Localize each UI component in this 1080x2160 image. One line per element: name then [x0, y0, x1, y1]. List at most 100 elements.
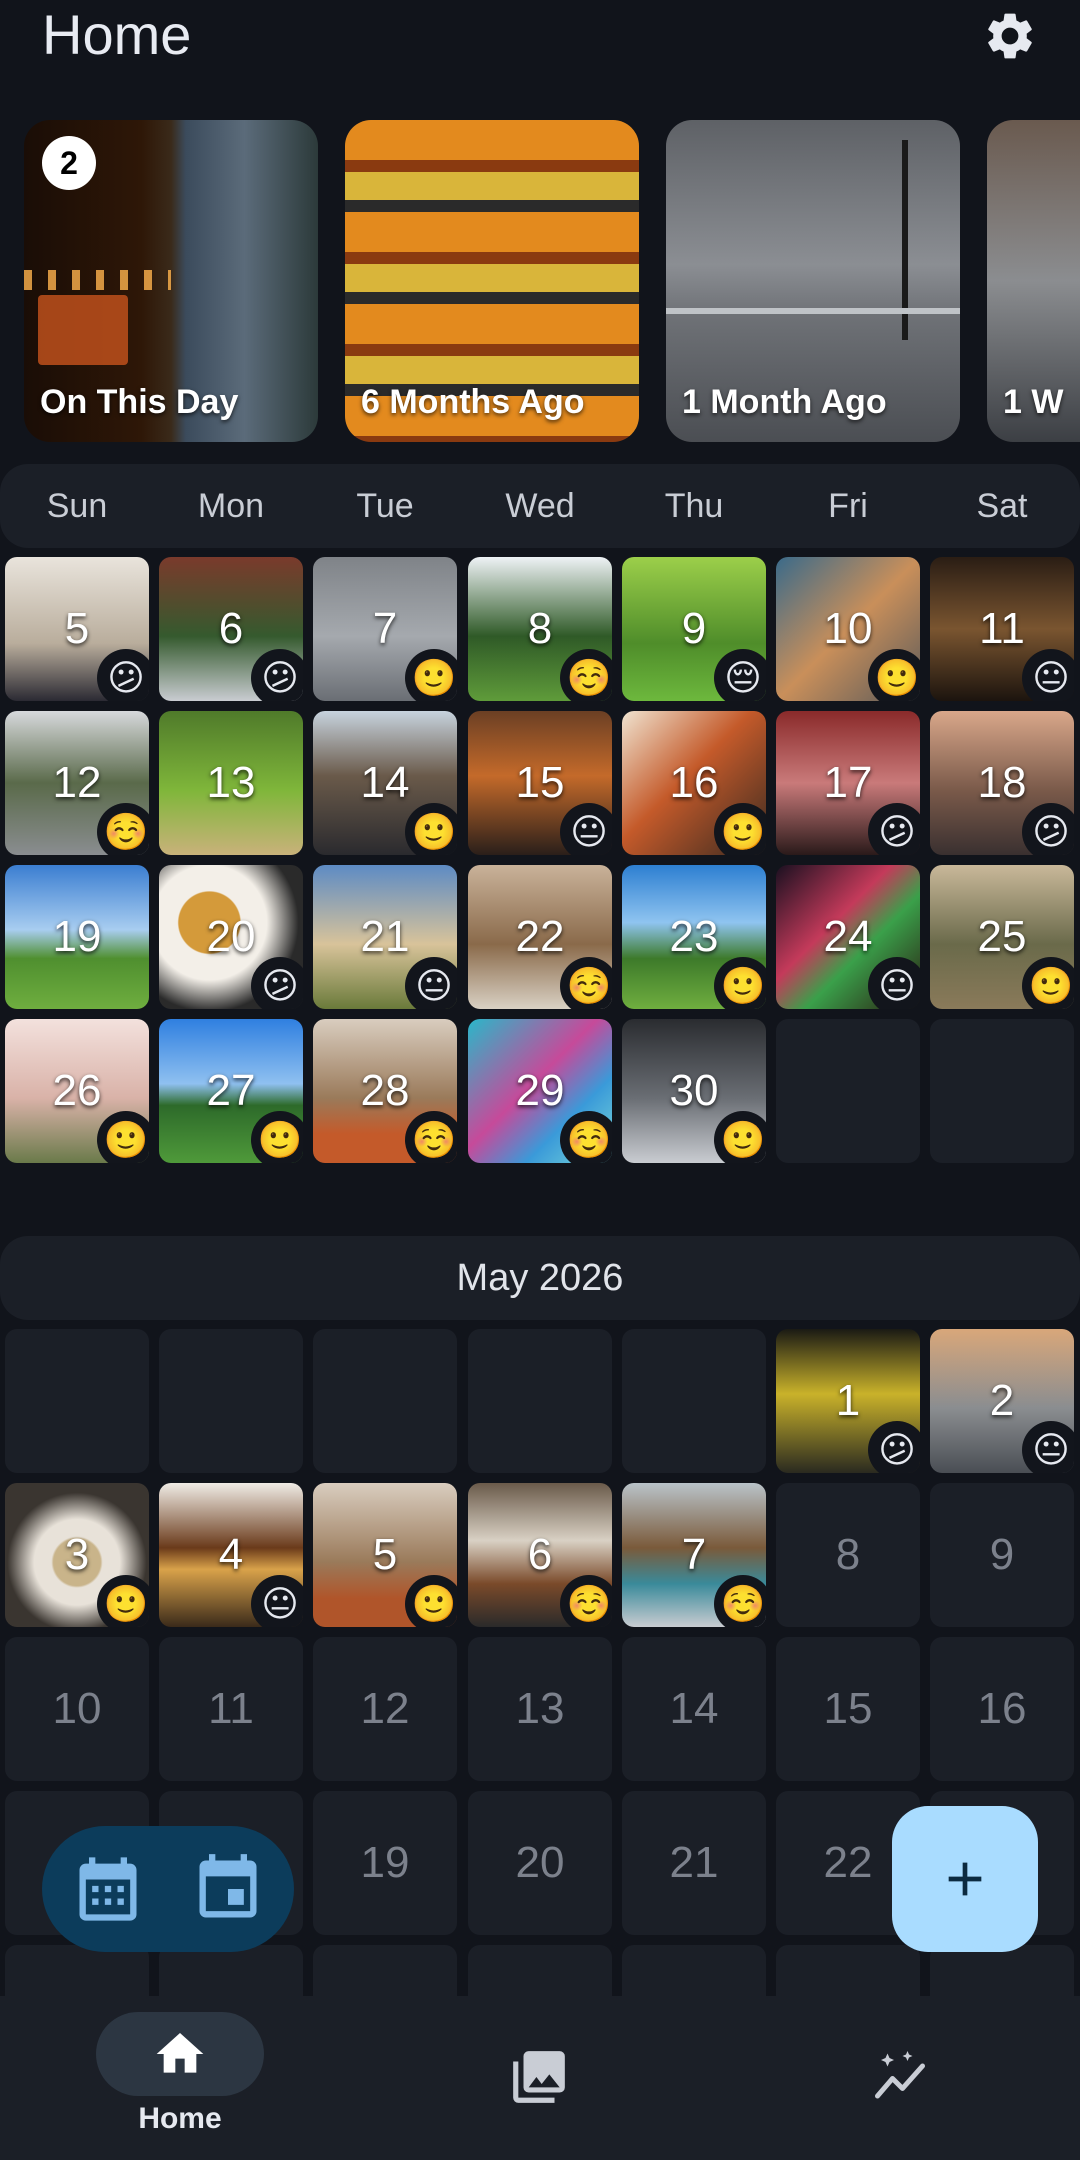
day-cell[interactable]: 28 ☺️ [313, 1019, 457, 1163]
day-cell[interactable] [159, 1945, 303, 2000]
nav-home[interactable]: Home [0, 1996, 360, 2160]
day-cell[interactable]: 12 [313, 1637, 457, 1781]
day-cell[interactable]: 7 🙂 [313, 557, 457, 701]
month-header: May 2026 [0, 1236, 1080, 1320]
day-cell[interactable]: 15 [776, 1637, 920, 1781]
mood-relieved-icon: ☺️ [560, 1575, 612, 1627]
day-cell[interactable]: 8 [776, 1483, 920, 1627]
calendar-grid: 5 😕 6 😕 7 🙂 8 ☺️ 9 😔 10 🙂 11 😐 12 ☺️ 13 14 🙂 15 😐 … [0, 0, 1080, 2000]
day-number: 9 [989, 1530, 1015, 1579]
day-number: 13 [515, 1684, 565, 1733]
day-cell[interactable] [5, 1945, 149, 2000]
day-cell[interactable]: 6 ☺️ [468, 1483, 612, 1627]
mood-slight-smile-icon: 🙂 [97, 1575, 149, 1627]
day-cell[interactable]: 13 [468, 1637, 612, 1781]
empty-cell [776, 1019, 920, 1163]
day-cell[interactable]: 1 😕 [776, 1329, 920, 1473]
mood-confused-icon: 😕 [251, 649, 303, 701]
day-cell[interactable]: 20 [468, 1791, 612, 1935]
photo-library-icon [513, 2051, 565, 2103]
day-cell[interactable]: 9 😔 [622, 557, 766, 701]
mood-neutral-icon: 😐 [251, 1575, 303, 1627]
day-cell[interactable]: 16 🙂 [622, 711, 766, 855]
day-cell[interactable]: 6 😕 [159, 557, 303, 701]
day-number: 21 [669, 1838, 719, 1887]
mood-slight-smile-icon: 🙂 [251, 1111, 303, 1163]
day-number: 10 [52, 1684, 102, 1733]
day-cell[interactable]: 8 ☺️ [468, 557, 612, 701]
plus-icon [948, 1862, 982, 1896]
bottom-navigation: Home [0, 1996, 1080, 2160]
day-number: 15 [823, 1684, 873, 1733]
day-cell[interactable] [776, 1945, 920, 2000]
day-cell[interactable]: 9 [930, 1483, 1074, 1627]
day-cell[interactable] [930, 1945, 1074, 2000]
mood-slight-smile-icon: 🙂 [405, 1575, 457, 1627]
mood-neutral-icon: 😐 [560, 803, 612, 855]
nav-insights[interactable] [720, 1996, 1080, 2160]
nav-gallery[interactable] [360, 1996, 720, 2160]
day-cell[interactable]: 14 🙂 [313, 711, 457, 855]
day-cell[interactable]: 10 [5, 1637, 149, 1781]
mood-neutral-icon: 😐 [1022, 1421, 1074, 1473]
day-cell[interactable]: 5 😕 [5, 557, 149, 701]
day-cell[interactable]: 25 🙂 [930, 865, 1074, 1009]
day-number: 16 [977, 1684, 1027, 1733]
mood-confused-icon: 😕 [97, 649, 149, 701]
add-entry-button[interactable] [892, 1806, 1038, 1952]
day-number: 20 [515, 1838, 565, 1887]
empty-cell [468, 1329, 612, 1473]
day-cell[interactable]: 14 [622, 1637, 766, 1781]
day-cell[interactable]: 16 [930, 1637, 1074, 1781]
day-number: 12 [360, 1684, 410, 1733]
mood-neutral-icon: 😐 [868, 957, 920, 1009]
mood-relieved-icon: ☺️ [560, 1111, 612, 1163]
mood-slight-smile-icon: 🙂 [405, 649, 457, 701]
day-cell[interactable] [313, 1945, 457, 2000]
day-cell[interactable]: 21 😐 [313, 865, 457, 1009]
mood-slight-smile-icon: 🙂 [868, 649, 920, 701]
day-cell[interactable]: 4 😐 [159, 1483, 303, 1627]
day-cell[interactable]: 5 🙂 [313, 1483, 457, 1627]
home-icon [156, 2033, 204, 2073]
mood-slight-smile-icon: 🙂 [714, 803, 766, 855]
day-cell[interactable]: 20 😕 [159, 865, 303, 1009]
day-cell[interactable] [468, 1945, 612, 2000]
view-toggle [42, 1826, 294, 1952]
mood-relieved-icon: ☺️ [560, 649, 612, 701]
day-cell[interactable] [622, 1945, 766, 2000]
empty-cell [5, 1329, 149, 1473]
empty-cell [313, 1329, 457, 1473]
mood-relieved-icon: ☺️ [97, 803, 149, 855]
day-cell[interactable]: 13 [159, 711, 303, 855]
day-cell[interactable]: 29 ☺️ [468, 1019, 612, 1163]
day-cell[interactable]: 17 😕 [776, 711, 920, 855]
day-cell[interactable]: 7 ☺️ [622, 1483, 766, 1627]
day-cell[interactable]: 11 😐 [930, 557, 1074, 701]
calendar-month-icon[interactable] [70, 1851, 146, 1927]
mood-confused-icon: 😕 [1022, 803, 1074, 855]
nav-home-label: Home [138, 2102, 222, 2135]
day-cell[interactable]: 19 [5, 865, 149, 1009]
day-cell[interactable]: 19 [313, 1791, 457, 1935]
day-cell[interactable]: 22 ☺️ [468, 865, 612, 1009]
day-cell[interactable]: 30 🙂 [622, 1019, 766, 1163]
day-cell[interactable]: 15 😐 [468, 711, 612, 855]
day-number: 11 [208, 1684, 254, 1733]
day-cell[interactable]: 3 🙂 [5, 1483, 149, 1627]
calendar-day-icon[interactable] [190, 1851, 266, 1927]
day-cell[interactable]: 26 🙂 [5, 1019, 149, 1163]
day-cell[interactable]: 11 [159, 1637, 303, 1781]
day-cell[interactable]: 27 🙂 [159, 1019, 303, 1163]
day-cell[interactable]: 18 😕 [930, 711, 1074, 855]
day-cell[interactable]: 10 🙂 [776, 557, 920, 701]
insights-icon [875, 2051, 925, 2099]
mood-relieved-icon: ☺️ [560, 957, 612, 1009]
day-cell[interactable]: 12 ☺️ [5, 711, 149, 855]
day-cell[interactable]: 21 [622, 1791, 766, 1935]
day-cell[interactable]: 23 🙂 [622, 865, 766, 1009]
mood-confused-icon: 😕 [868, 1421, 920, 1473]
day-cell[interactable]: 24 😐 [776, 865, 920, 1009]
mood-neutral-icon: 😐 [405, 957, 457, 1009]
day-cell[interactable]: 2 😐 [930, 1329, 1074, 1473]
